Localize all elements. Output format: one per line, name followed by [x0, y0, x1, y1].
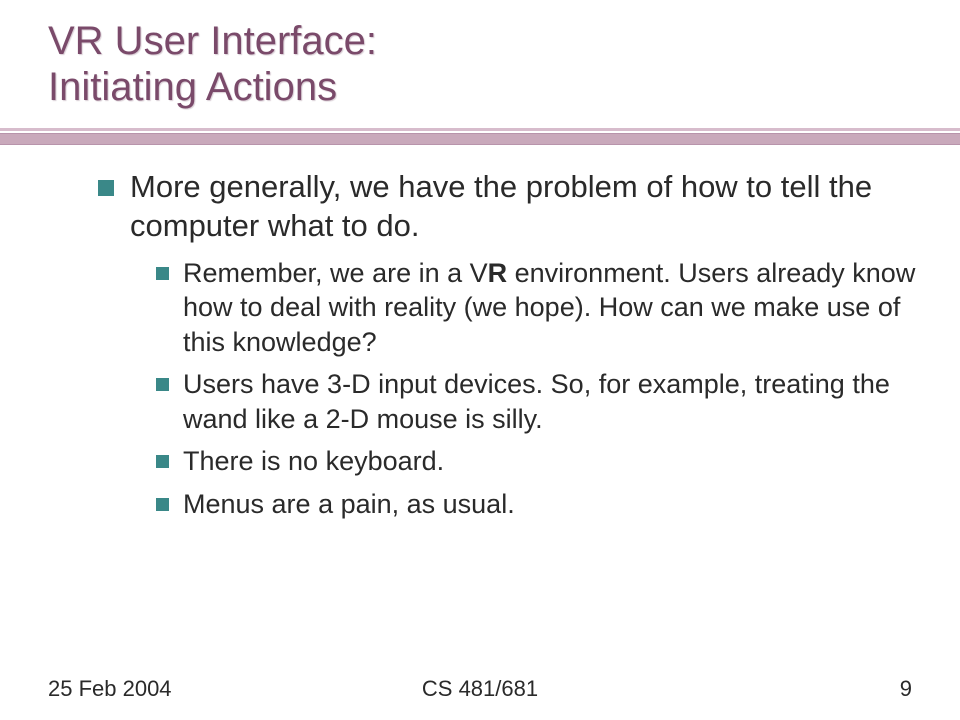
bullet-text: More generally, we have the problem of h… [130, 168, 920, 246]
slide-footer: 25 Feb 2004 CS 481/681 9 [0, 676, 960, 702]
list-item: More generally, we have the problem of h… [98, 168, 920, 246]
square-bullet-icon [156, 455, 169, 468]
square-bullet-icon [156, 378, 169, 391]
bullet-text: Remember, we are in a VR environment. Us… [183, 256, 920, 360]
bullet-text: There is no keyboard. [183, 444, 444, 479]
list-item: Remember, we are in a VR environment. Us… [156, 256, 920, 360]
square-bullet-icon [98, 180, 114, 196]
footer-course: CS 481/681 [422, 676, 538, 702]
footer-date: 25 Feb 2004 [48, 676, 172, 702]
divider-thick [0, 133, 960, 145]
slide-body: More generally, we have the problem of h… [98, 168, 920, 529]
square-bullet-icon [156, 498, 169, 511]
slide: VR User Interface: Initiating Actions Mo… [0, 0, 960, 720]
bullet-text: Menus are a pain, as usual. [183, 487, 515, 522]
divider-stripe [0, 128, 960, 145]
title-line-1: VR User Interface: [48, 18, 960, 64]
slide-title: VR User Interface: Initiating Actions [0, 0, 960, 110]
title-line-2: Initiating Actions [48, 64, 960, 110]
list-item: Users have 3-D input devices. So, for ex… [156, 367, 920, 436]
list-item: Menus are a pain, as usual. [156, 487, 920, 522]
square-bullet-icon [156, 267, 169, 280]
divider-thin [0, 128, 960, 131]
footer-page-number: 9 [900, 676, 912, 702]
list-item: There is no keyboard. [156, 444, 920, 479]
sub-list: Remember, we are in a VR environment. Us… [156, 256, 920, 522]
bullet-text: Users have 3-D input devices. So, for ex… [183, 367, 920, 436]
